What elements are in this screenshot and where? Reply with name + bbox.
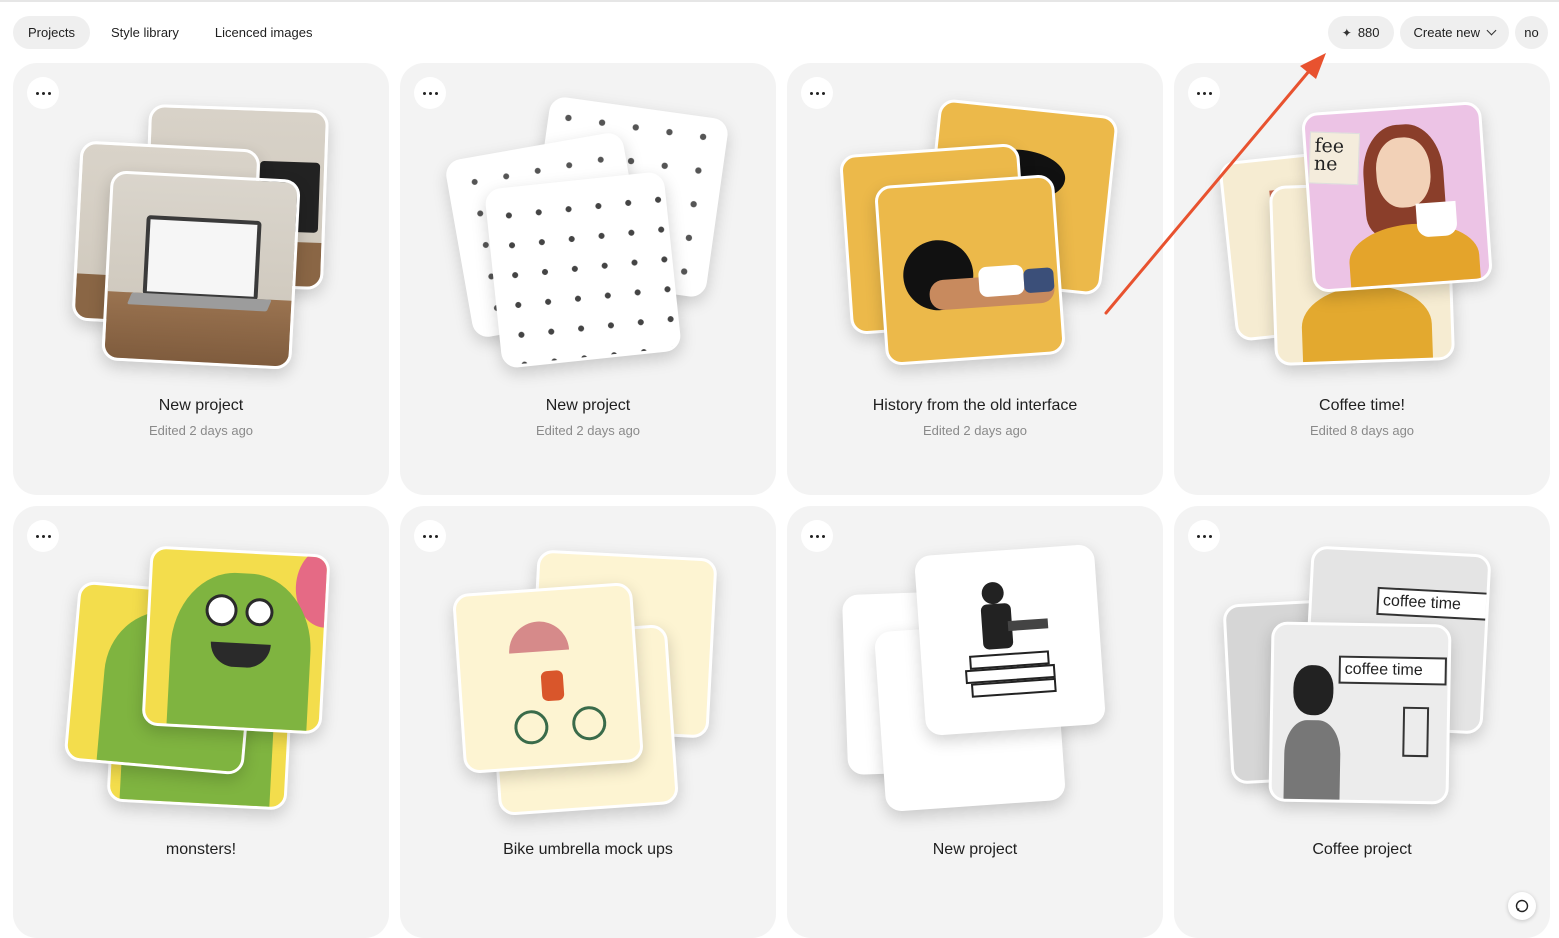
project-title: New project <box>932 841 1018 858</box>
more-options-button[interactable] <box>801 77 833 109</box>
thumbnail-front <box>141 545 331 735</box>
header-actions: ✦ 880 Create new no <box>1327 16 1548 49</box>
credits-count: 880 <box>1357 25 1380 40</box>
top-bar: Projects Style library Licenced images ✦… <box>0 0 1559 64</box>
more-options-button[interactable] <box>1188 520 1220 552</box>
create-new-label: Create new <box>1413 25 1480 40</box>
project-card[interactable]: coffee time coffee time Coffee project <box>1174 506 1550 938</box>
project-edited: Edited 2 days ago <box>922 423 1028 438</box>
thumbnail-front <box>484 171 682 369</box>
avatar[interactable]: no <box>1515 16 1548 49</box>
thumbnail-front <box>913 543 1107 737</box>
more-options-button[interactable] <box>27 77 59 109</box>
more-options-button[interactable] <box>414 520 446 552</box>
thumbnail-front <box>873 173 1067 367</box>
more-options-button[interactable] <box>801 520 833 552</box>
thumbnail-front <box>101 170 301 370</box>
create-new-button[interactable]: Create new <box>1399 16 1509 49</box>
project-card[interactable]: New project Edited 2 days ago <box>13 63 389 495</box>
thumbnail-front: fee ne <box>1300 100 1494 294</box>
thumbnail-front: coffee time <box>1268 621 1452 805</box>
project-edited: Edited 2 days ago <box>535 423 641 438</box>
project-edited: Edited 8 days ago <box>1309 423 1415 438</box>
project-title: History from the old interface <box>872 397 1078 414</box>
chevron-down-icon <box>1486 25 1497 36</box>
tab-projects[interactable]: Projects <box>13 16 90 49</box>
credits-button[interactable]: ✦ 880 <box>1327 16 1394 49</box>
thumbnail-front <box>451 581 645 775</box>
project-title: Bike umbrella mock ups <box>503 841 673 858</box>
nav-tabs: Projects Style library Licenced images <box>13 16 327 49</box>
project-card[interactable]: Bike umbrella mock ups <box>400 506 776 938</box>
more-options-button[interactable] <box>27 520 59 552</box>
tab-licenced-images[interactable]: Licenced images <box>200 16 328 49</box>
project-title: New project <box>158 397 244 414</box>
project-card[interactable]: monsters! <box>13 506 389 938</box>
project-title: New project <box>545 397 631 414</box>
coffee-sign: fee ne <box>1308 131 1361 186</box>
project-title: Coffee project <box>1312 841 1412 858</box>
project-card[interactable]: New project Edited 2 days ago <box>400 63 776 495</box>
project-card[interactable]: History from the old interface Edited 2 … <box>787 63 1163 495</box>
more-options-button[interactable] <box>414 77 446 109</box>
project-title: Coffee time! <box>1319 397 1405 414</box>
more-options-button[interactable] <box>1188 77 1220 109</box>
project-card[interactable]: New project <box>787 506 1163 938</box>
chat-button[interactable] <box>1508 892 1536 920</box>
sparkle-icon: ✦ <box>1341 25 1352 40</box>
project-card[interactable]: fee ne Coffee time! Edited 8 days ago <box>1174 63 1550 495</box>
coffee-time-sign: coffee time <box>1376 586 1490 621</box>
coffee-time-sign: coffee time <box>1338 655 1447 686</box>
project-title: monsters! <box>165 841 237 858</box>
project-edited: Edited 2 days ago <box>148 423 254 438</box>
tab-style-library[interactable]: Style library <box>96 16 194 49</box>
chat-bubble-icon <box>1515 899 1529 913</box>
